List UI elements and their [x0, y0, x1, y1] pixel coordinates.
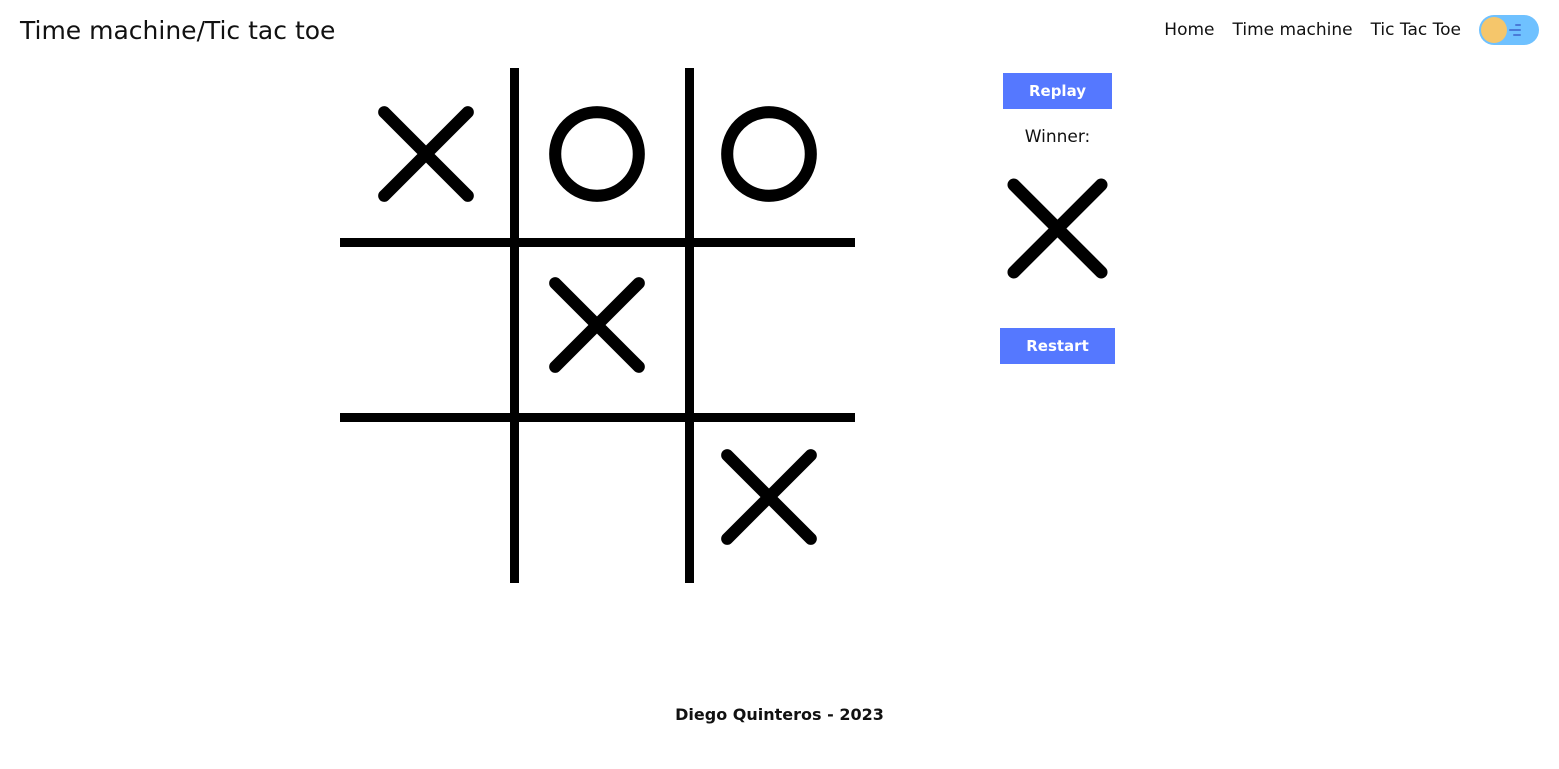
o-icon	[542, 99, 652, 209]
board-cell-4[interactable]	[512, 240, 684, 412]
x-icon	[1000, 171, 1115, 286]
side-panel: Replay Winner: Restart	[1000, 73, 1115, 364]
game-board	[340, 68, 855, 583]
x-icon	[714, 442, 824, 552]
page-title: Time machine/Tic tac toe	[20, 16, 335, 45]
header: Time machine/Tic tac toe Home Time machi…	[0, 0, 1559, 48]
restart-button[interactable]: Restart	[1000, 328, 1115, 364]
toggle-lines-icon	[1509, 15, 1521, 45]
board-cell-1[interactable]	[512, 68, 684, 240]
winner-label: Winner:	[1025, 127, 1091, 147]
nav: Home Time machine Tic Tac Toe	[1164, 15, 1539, 45]
board-cell-5[interactable]	[683, 240, 855, 412]
board-cell-3[interactable]	[340, 240, 512, 412]
o-icon	[714, 99, 824, 209]
winner-mark	[1000, 165, 1115, 310]
nav-home[interactable]: Home	[1164, 20, 1214, 40]
x-icon	[542, 270, 652, 380]
nav-time-machine[interactable]: Time machine	[1233, 20, 1353, 40]
footer-text: Diego Quinteros - 2023	[675, 705, 884, 724]
board-cell-6[interactable]	[340, 411, 512, 583]
board-cell-7[interactable]	[512, 411, 684, 583]
board-cell-2[interactable]	[683, 68, 855, 240]
replay-button[interactable]: Replay	[1003, 73, 1112, 109]
board-cell-8[interactable]	[683, 411, 855, 583]
board-cell-0[interactable]	[340, 68, 512, 240]
theme-toggle[interactable]	[1479, 15, 1539, 45]
footer: Diego Quinteros - 2023	[0, 705, 1559, 724]
nav-tic-tac-toe[interactable]: Tic Tac Toe	[1371, 20, 1461, 40]
x-icon	[371, 99, 481, 209]
game-area: Replay Winner: Restart	[0, 48, 1559, 73]
sun-icon	[1481, 17, 1507, 43]
